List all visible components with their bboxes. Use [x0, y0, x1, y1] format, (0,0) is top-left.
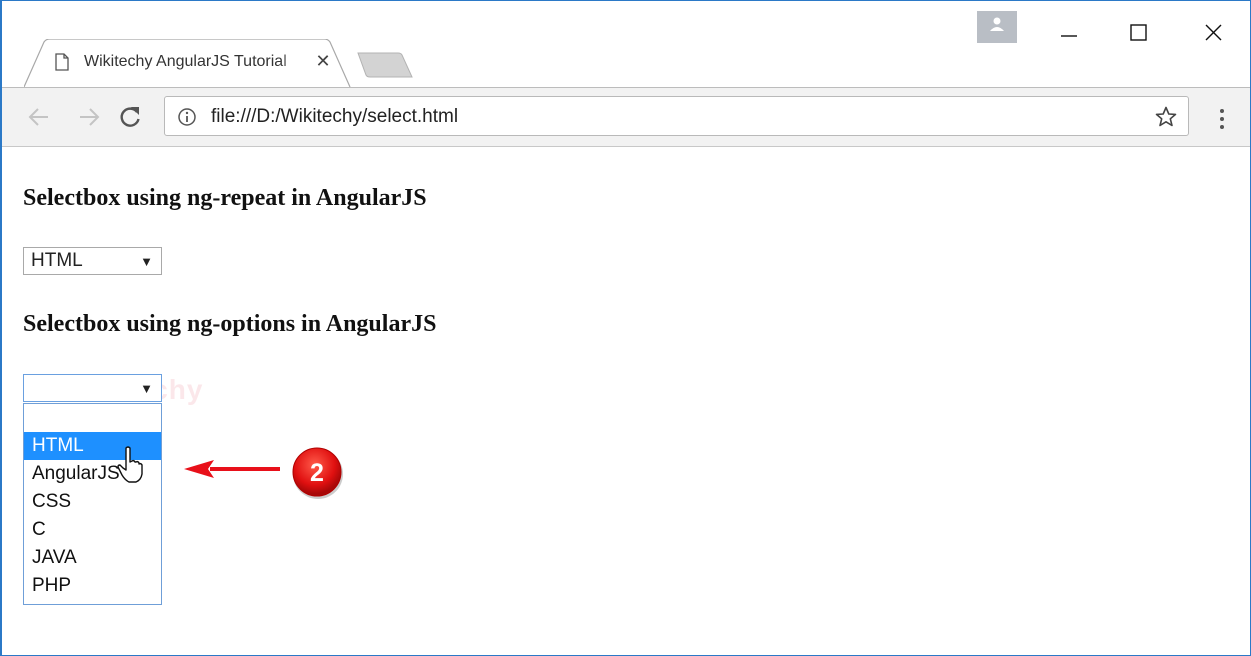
address-bar[interactable]: file:///D:/Wikitechy/select.html: [164, 96, 1189, 136]
select-ng-repeat[interactable]: HTML ▼: [23, 247, 162, 275]
new-tab-button[interactable]: [356, 51, 414, 79]
star-icon[interactable]: [1154, 105, 1178, 129]
heading-ng-options: Selectbox using ng-options in AngularJS: [23, 311, 437, 337]
step-badge: 2: [291, 446, 345, 500]
forward-arrow-icon[interactable]: [76, 104, 102, 130]
url-text[interactable]: file:///D:/Wikitechy/select.html: [211, 106, 458, 128]
dropdown-caret-icon: ▼: [140, 254, 153, 269]
select-ng-repeat-value: HTML: [31, 250, 83, 271]
browser-toolbar: file:///D:/Wikitechy/select.html: [2, 87, 1250, 147]
close-tab-icon[interactable]: ✕: [314, 52, 332, 70]
dropdown-option-java[interactable]: JAVA: [24, 544, 161, 572]
profile-button[interactable]: [977, 11, 1017, 43]
dropdown-option-css[interactable]: CSS: [24, 488, 161, 516]
dropdown-list: HTML AngularJS CSS C JAVA PHP: [23, 403, 162, 605]
info-icon[interactable]: [177, 107, 197, 127]
maximize-icon[interactable]: [1117, 11, 1161, 47]
annotation-arrow: [184, 460, 280, 478]
reload-icon[interactable]: [117, 104, 143, 130]
back-arrow-icon[interactable]: [26, 104, 52, 130]
heading-ng-repeat: Selectbox using ng-repeat in AngularJS: [23, 185, 427, 211]
page-icon: [55, 53, 69, 71]
tab-title: Wikitechy AngularJS Tutorial: [84, 53, 287, 70]
close-icon[interactable]: [1192, 11, 1236, 47]
dropdown-option-php[interactable]: PHP: [24, 572, 161, 600]
step-badge-circle: 2: [292, 447, 343, 499]
browser-tab[interactable]: Wikitechy AngularJS Tutorial ✕: [24, 39, 351, 87]
browser-window: Wikitechy AngularJS Tutorial ✕ file:///D…: [0, 0, 1251, 656]
step-number: 2: [310, 459, 324, 487]
page-content: Selectbox using ng-repeat in AngularJS H…: [2, 148, 1250, 655]
cursor-icon: [117, 446, 143, 483]
minimize-icon[interactable]: [1047, 11, 1091, 47]
select-ng-options[interactable]: ▼: [23, 374, 162, 402]
dropdown-caret-icon: ▼: [140, 381, 153, 396]
dropdown-option-empty[interactable]: [24, 404, 161, 432]
menu-dots-icon[interactable]: [1214, 105, 1230, 133]
profile-icon: [990, 17, 1004, 31]
dropdown-option-c[interactable]: C: [24, 516, 161, 544]
title-bar: Wikitechy AngularJS Tutorial ✕: [2, 1, 1250, 87]
